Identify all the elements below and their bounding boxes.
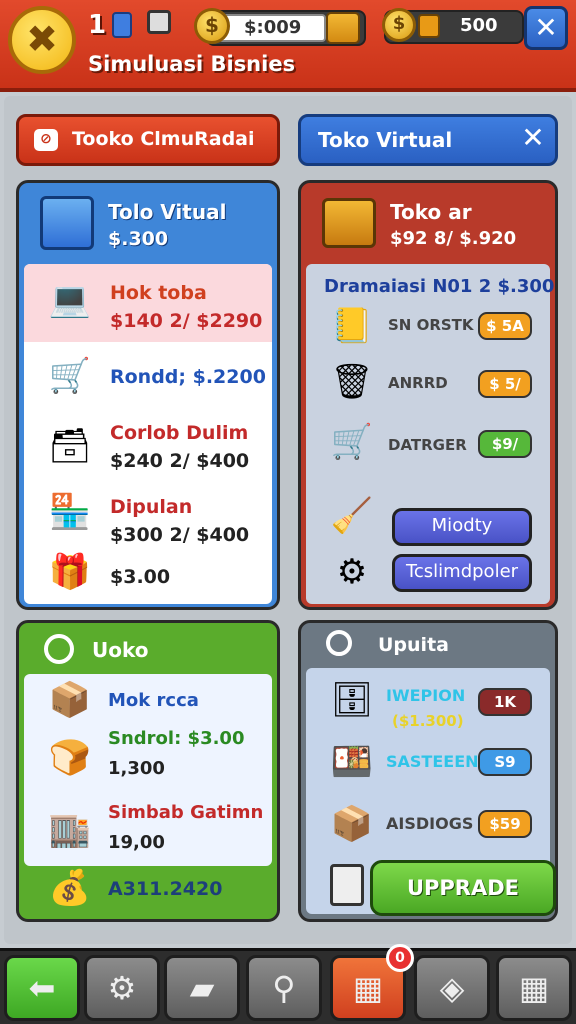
tray-icon: 🍱 — [330, 742, 374, 782]
gift-icon[interactable]: 🎁 — [44, 548, 96, 596]
money-value: $:009 — [244, 17, 302, 38]
update-item-2-label: SASTEEEN — [386, 752, 479, 771]
back-arrow-icon[interactable]: ⬅ — [4, 955, 80, 1021]
upgrade-item-2-badge[interactable]: $ 5/ — [478, 370, 532, 398]
item-1-price: $140 2/ $2290 — [110, 310, 263, 332]
settings-gear-icon[interactable]: ⚙ — [84, 955, 160, 1021]
register-icon[interactable]: 🗃 — [44, 422, 96, 470]
notification-badge[interactable]: 0 — [386, 944, 414, 972]
update-title: Upuita — [378, 634, 449, 656]
gem-bag-icon — [418, 14, 440, 38]
app-title: Simuluasi Bisnies — [88, 52, 296, 76]
item-4-price: $300 2/ $400 — [110, 524, 250, 546]
box-icon: 📦 — [330, 804, 374, 844]
magnifier-icon[interactable]: ⚲ — [246, 955, 322, 1021]
ring-icon — [44, 634, 74, 664]
item-2-name: Rondd; $.2200 — [110, 366, 266, 388]
store-box-icon — [40, 196, 94, 250]
item-3-price: $240 2/ $400 — [110, 450, 250, 472]
close-button[interactable]: ✕ — [524, 6, 568, 50]
update-item-1-badge[interactable]: 1K — [478, 688, 532, 716]
item-1-name: Hok toba — [110, 282, 207, 304]
tab-physical-store-label: Tooko ClmuRadai — [72, 128, 255, 150]
tab-virtual-store-label: Toko Virtual — [318, 128, 453, 152]
shelf-icon: 📦 — [48, 680, 92, 720]
tablet-icon[interactable]: ▰ — [164, 955, 240, 1021]
update-item-1-label: IWEPION — [386, 686, 466, 705]
bin-icon: 🗑 — [330, 362, 374, 402]
app-logo-icon[interactable]: ✖ — [8, 6, 76, 74]
upgrade-subtitle: Dramaiasi N01 2 $.300 — [324, 276, 555, 297]
update-item-3-label: AISDIOGS — [386, 814, 474, 833]
cart-icon[interactable]: 🛒 — [44, 352, 96, 400]
laptop-icon: 💻 — [48, 280, 92, 320]
item-3-name: Corlob Dulim — [110, 422, 249, 444]
upgrade-store-price: $92 8/ $.920 — [390, 228, 517, 249]
crate-icon — [322, 198, 376, 248]
cube-box-icon[interactable]: ◈ — [414, 955, 490, 1021]
upgrade-button[interactable]: UPPRADE — [370, 860, 556, 916]
update-item-2-badge[interactable]: S9 — [478, 748, 532, 776]
upgrade-item-1-badge[interactable]: $ 5A — [478, 312, 532, 340]
tab-close-icon[interactable]: ✕ — [516, 122, 550, 156]
simulator-button[interactable]: Tcslimdpoler — [392, 554, 532, 592]
phone-icon — [112, 12, 132, 38]
gems-value: 500 — [460, 15, 498, 36]
shop-item-3-price: 19,00 — [108, 832, 165, 853]
fan-icon: ⚙ — [336, 552, 368, 592]
toaster-icon: 🍞 — [48, 738, 92, 778]
upgrade-store-title: Toko ar — [390, 200, 472, 224]
upgrade-item-1-label: SN ORSTK — [388, 316, 474, 334]
vacuum-icon: 🧹 — [330, 496, 374, 536]
shop-item-3-name: Simbab Gatimn — [108, 802, 264, 823]
coin-icon: $ — [194, 8, 230, 44]
cashier-icon[interactable]: 🏪 — [44, 488, 96, 536]
upgrade-item-3-badge[interactable]: $9/ — [478, 430, 532, 458]
shop-title: Uoko — [92, 638, 149, 662]
shop-item-2-price: 1,300 — [108, 758, 165, 779]
money-bag-icon: 💰 — [48, 868, 92, 908]
gem-coin-icon: $ — [382, 8, 416, 42]
shop-item-2-name: Sndrol: $3.00 — [108, 728, 245, 749]
notes-icon: 📒 — [330, 306, 374, 346]
shop-item-1-name: Mok rcca — [108, 690, 199, 711]
search-icon[interactable] — [326, 630, 352, 656]
update-item-3-badge[interactable]: $59 — [478, 810, 532, 838]
modify-button[interactable]: Miodty — [392, 508, 532, 546]
virtual-store-price: $.300 — [108, 228, 169, 250]
virtual-store-title: Tolo Vitual — [108, 200, 227, 224]
calendar-icon[interactable] — [147, 10, 171, 34]
shop-total: A311.2420 — [108, 878, 223, 900]
counter-icon: 🏬 — [48, 810, 92, 850]
item-4-name: Dipulan — [110, 496, 193, 518]
cash-stack-icon[interactable] — [326, 12, 360, 44]
tag-icon: ⊘ — [34, 129, 58, 151]
item-5-price: $3.00 — [110, 566, 171, 588]
grid-menu-icon[interactable]: ▦ — [496, 955, 572, 1021]
upgrade-item-3-label: DATRGER — [388, 436, 467, 454]
update-item-1-sub: ($1.300) — [392, 712, 464, 730]
document-icon — [330, 864, 364, 906]
locker-icon: 🗄 — [330, 680, 374, 720]
upgrade-item-2-label: ANRRD — [388, 374, 448, 392]
level-number: 1 — [88, 10, 107, 40]
trolley-icon: 🛒 — [330, 422, 374, 462]
